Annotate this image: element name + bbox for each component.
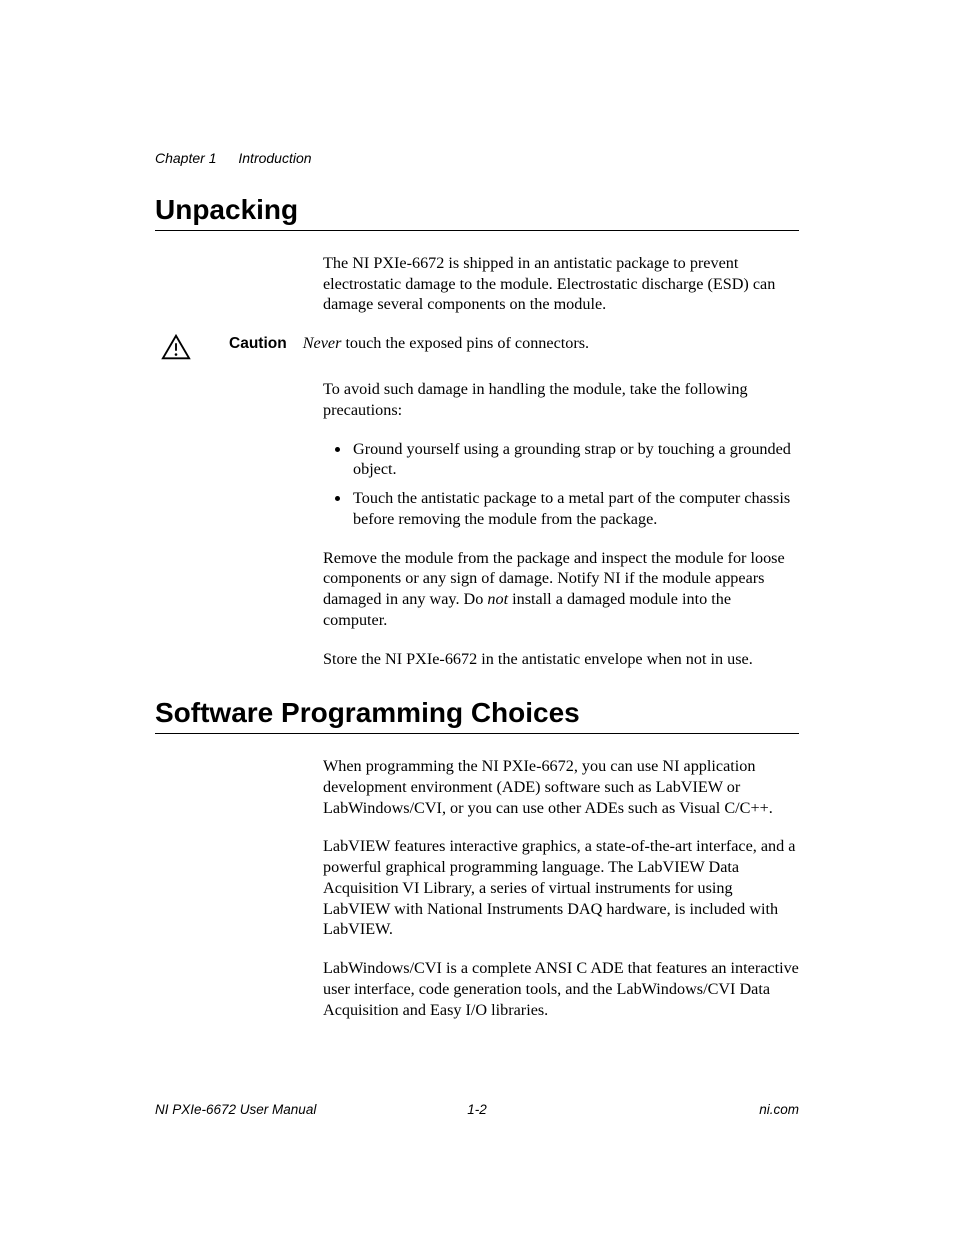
caution-icon [155, 333, 229, 361]
caution-block: Caution Never touch the exposed pins of … [155, 333, 799, 361]
section-software: Software Programming Choices When progra… [155, 697, 799, 1020]
body-unpacking-2: To avoid such damage in handling the mod… [323, 379, 799, 669]
caution-rest: touch the exposed pins of connectors. [341, 334, 589, 352]
running-header: Chapter 1 Introduction [155, 150, 799, 166]
para: To avoid such damage in handling the mod… [323, 379, 799, 420]
body-software: When programming the NI PXIe-6672, you c… [323, 756, 799, 1020]
para: When programming the NI PXIe-6672, you c… [323, 756, 799, 818]
heading-unpacking: Unpacking [155, 194, 799, 226]
chapter-label: Chapter 1 [155, 150, 216, 166]
footer-center: 1-2 [155, 1102, 799, 1117]
list-item: Ground yourself using a grounding strap … [351, 439, 799, 480]
chapter-title: Introduction [238, 150, 311, 166]
para: LabWindows/CVI is a complete ANSI C ADE … [323, 958, 799, 1020]
bullet-list: Ground yourself using a grounding strap … [323, 439, 799, 530]
italic-text: not [487, 590, 508, 608]
para: Store the NI PXIe-6672 in the antistatic… [323, 649, 799, 670]
heading-software: Software Programming Choices [155, 697, 799, 729]
para: The NI PXIe-6672 is shipped in an antist… [323, 253, 799, 315]
page-footer: NI PXIe-6672 User Manual 1-2 ni.com [155, 1102, 799, 1117]
para: Remove the module from the package and i… [323, 548, 799, 631]
list-item: Touch the antistatic package to a metal … [351, 488, 799, 529]
heading-rule [155, 733, 799, 734]
caution-italic: Never [303, 334, 342, 352]
body-unpacking-1: The NI PXIe-6672 is shipped in an antist… [323, 253, 799, 315]
caution-text: Caution Never touch the exposed pins of … [229, 333, 589, 354]
page: Chapter 1 Introduction Unpacking The NI … [0, 0, 954, 1235]
caution-label: Caution [229, 335, 287, 352]
heading-rule [155, 230, 799, 231]
para: LabVIEW features interactive graphics, a… [323, 836, 799, 940]
